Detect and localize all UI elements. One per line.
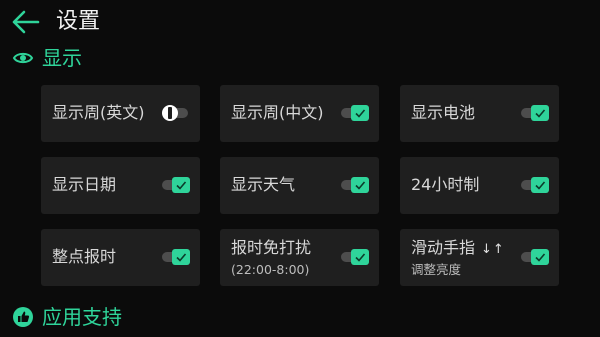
back-arrow-icon[interactable] (10, 9, 40, 35)
tile-label: 24小时制 (411, 175, 480, 194)
check-icon (355, 109, 366, 118)
tile-swipe-brightness[interactable]: 滑动手指 ↓↑ 调整亮度 (400, 229, 559, 286)
tile-show-week-en[interactable]: 显示周(英文) (41, 85, 200, 142)
toggle-switch[interactable] (341, 249, 369, 265)
page-title: 设置 (56, 9, 101, 34)
tile-label: 报时免打扰 (231, 238, 312, 257)
tile-label: 整点报时 (52, 247, 117, 266)
check-icon (535, 181, 546, 190)
section-support-label: 应用支持 (42, 305, 122, 329)
check-icon (176, 253, 187, 262)
swipe-arrows-icon: ↓↑ (481, 242, 505, 257)
tile-label: 显示日期 (52, 175, 117, 194)
toggle-switch[interactable] (521, 105, 549, 121)
toggle-switch[interactable] (521, 177, 549, 193)
tile-label: 滑动手指 (411, 238, 476, 257)
check-icon (535, 253, 546, 262)
check-icon (176, 181, 187, 190)
thumbs-up-icon (12, 306, 34, 328)
tile-hourly-chime[interactable]: 整点报时 (41, 229, 200, 286)
eye-icon (12, 47, 34, 69)
tile-show-week-cn[interactable]: 显示周(中文) (220, 85, 379, 142)
toggle-switch[interactable] (341, 177, 369, 193)
tile-label-row: 滑动手指 ↓↑ (411, 238, 505, 260)
toggle-switch[interactable] (162, 249, 190, 265)
check-icon (535, 109, 546, 118)
tile-label: 显示周(英文) (52, 103, 145, 122)
tile-show-date[interactable]: 显示日期 (41, 157, 200, 214)
tile-show-weather[interactable]: 显示天气 (220, 157, 379, 214)
tile-label: 显示周(中文) (231, 103, 324, 122)
check-icon (355, 253, 366, 262)
tile-chime-dnd[interactable]: 报时免打扰 (22:00-8:00) (220, 229, 379, 286)
toggle-switch[interactable] (341, 105, 369, 121)
display-settings-grid: 显示周(英文) 显示周(中文) 显示电池 显示日期 显示天气 24小时制 整点报… (41, 85, 559, 286)
section-support-header[interactable]: 应用支持 (12, 303, 122, 331)
tile-show-battery[interactable]: 显示电池 (400, 85, 559, 142)
tile-label: 显示电池 (411, 103, 476, 122)
tile-sublabel: 调整亮度 (411, 262, 462, 277)
toggle-switch[interactable] (162, 177, 190, 193)
top-bar: 设置 (0, 0, 600, 44)
toggle-switch[interactable] (521, 249, 549, 265)
tile-24-hour[interactable]: 24小时制 (400, 157, 559, 214)
section-display-label: 显示 (42, 46, 82, 70)
section-display-header: 显示 (12, 44, 82, 72)
tile-label: 显示天气 (231, 175, 296, 194)
tile-sublabel: (22:00-8:00) (231, 262, 310, 277)
check-icon (355, 181, 366, 190)
toggle-switch[interactable] (162, 105, 190, 121)
